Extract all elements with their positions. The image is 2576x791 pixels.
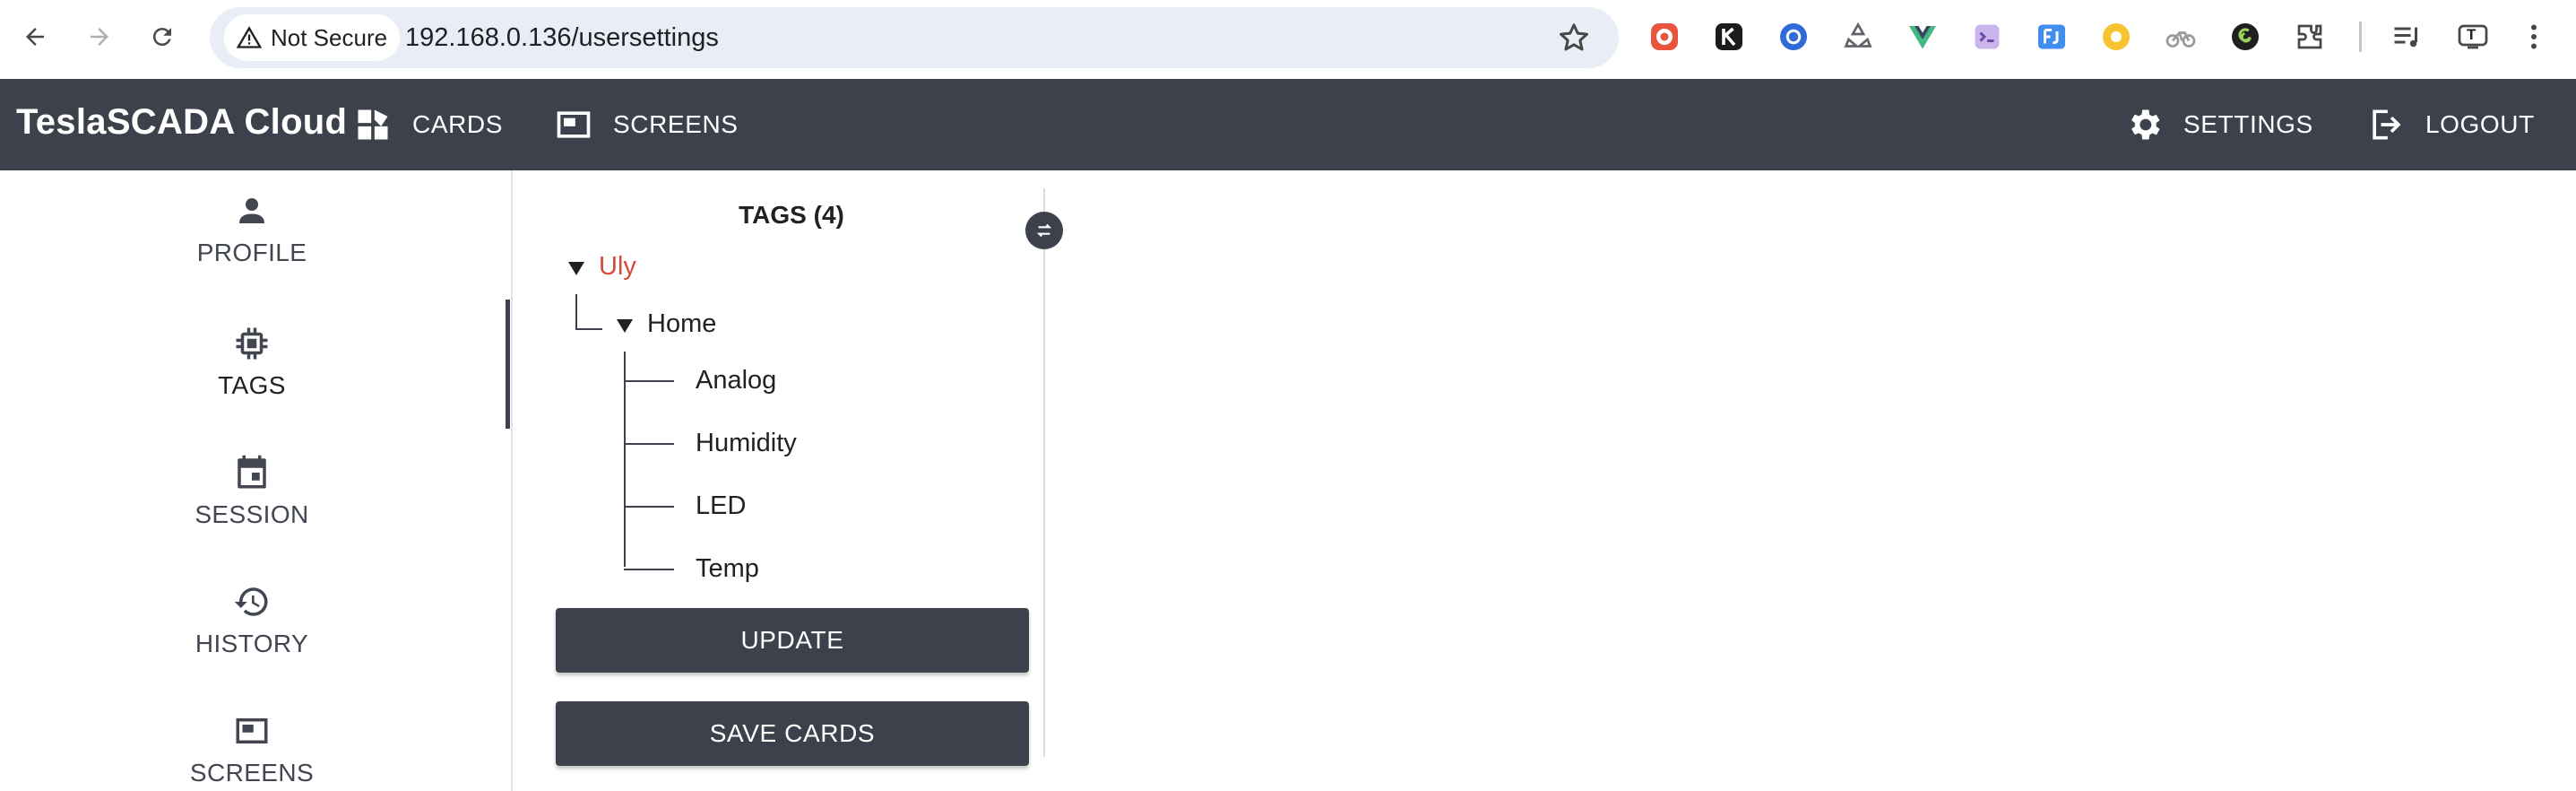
tree-node-root[interactable]: Uly [599,252,636,282]
dashboard-cards-icon [358,109,388,140]
gear-icon [2131,109,2160,140]
profile-avatar[interactable]: T [2454,20,2492,54]
person-icon [239,198,264,223]
security-indicator[interactable]: Not Secure [224,14,401,61]
tree-connector [624,569,674,570]
settings-nav-label: SETTINGS [2183,110,2313,138]
url-text[interactable]: 192.168.0.136/usersettings [405,23,719,53]
sidebar-item-screens[interactable]: SCREENS [0,691,504,791]
cards-nav-button[interactable]: CARDS [353,99,503,151]
yellow-circle-extension-icon[interactable] [2099,20,2133,54]
screen-icon [236,718,268,743]
reload-icon [152,28,171,47]
media-queue-icon[interactable] [2390,20,2424,54]
chip-icon [236,327,268,360]
tree-connector [624,352,626,567]
settings-sidebar: PROFILE TAGS SESSION HISTORY SCREENS [0,170,513,791]
recycle-extension-icon[interactable] [1841,20,1875,54]
screens-nav-label: SCREENS [613,110,739,138]
fj-extension-icon[interactable] [2035,20,2069,54]
app-brand[interactable]: TeslaSCADA Cloud [16,102,347,143]
cards-nav-label: CARDS [412,110,504,138]
forward-button[interactable] [81,18,118,56]
sidebar-item-label: TAGS [218,371,286,399]
sidebar-item-profile[interactable]: PROFILE [0,170,504,289]
bookmark-star-icon[interactable] [1556,20,1592,56]
screen-icon [557,111,591,138]
tree-connector [624,443,674,445]
browser-menu-button[interactable] [2517,20,2551,54]
save-cards-button[interactable]: SAVE CARDS [556,701,1029,766]
tree-connector [624,380,674,382]
sidebar-item-session[interactable]: SESSION [0,432,504,551]
warning-triangle-icon [237,26,262,48]
cycling-extension-icon[interactable] [2164,20,2198,54]
tree-connector [624,506,674,508]
six-extension-icon[interactable] [2228,20,2262,54]
expand-arrow-icon[interactable] [617,319,633,333]
sidebar-active-indicator [506,300,510,429]
vue-devtools-icon[interactable] [1906,20,1940,54]
sidebar-item-label: SCREENS [189,759,315,787]
tags-panel: TAGS (4) Uly Home Analog Humidity LED Te… [513,170,1063,766]
calendar-icon [238,455,266,489]
logout-nav-button[interactable]: LOGOUT [2366,99,2535,151]
settings-nav-button[interactable]: SETTINGS [2124,99,2313,151]
security-label: Not Secure [271,23,388,51]
history-icon [234,587,268,616]
tree-leaf-tag[interactable]: LED [696,491,746,521]
logout-icon [2373,109,2401,140]
panel-divider [1043,188,1045,757]
iq-extension-icon[interactable] [1776,20,1811,54]
sidebar-item-label: HISTORY [194,630,309,657]
tree-leaf-tag[interactable]: Temp [696,554,759,584]
sidebar-item-label: SESSION [194,500,309,528]
k-extension-icon[interactable] [1712,20,1746,54]
tree-leaf-tag[interactable]: Analog [696,366,776,396]
toolbar-separator [2359,22,2362,52]
profile-initial: T [2467,26,2477,43]
reload-button[interactable] [143,18,181,56]
panel-toggle-button[interactable] [1025,212,1063,249]
update-button[interactable]: UPDATE [556,608,1029,673]
logout-nav-label: LOGOUT [2425,110,2535,138]
back-button[interactable] [16,18,54,56]
tags-panel-title: TAGS (4) [739,201,844,229]
sidebar-item-tags[interactable]: TAGS [0,303,504,422]
swap-arrows-icon [1036,223,1052,238]
recorder-extension-icon[interactable] [1647,20,1681,54]
forward-arrow-icon [91,28,108,46]
tree-connector [575,294,577,330]
screens-nav-button[interactable]: SCREENS [554,99,739,151]
address-bar[interactable]: Not Secure 192.168.0.136/usersettings [210,7,1619,68]
app-header: TeslaSCADA Cloud CARDS SCREENS SETTINGS … [0,79,2576,170]
expand-arrow-icon[interactable] [568,262,584,275]
browser-toolbar: Not Secure 192.168.0.136/usersettings T [0,0,2576,79]
back-arrow-icon [26,28,44,46]
sidebar-item-history[interactable]: HISTORY [0,561,504,680]
tree-leaf-tag[interactable]: Humidity [696,429,797,458]
tree-connector [575,328,602,330]
puzzle-extensions-icon[interactable] [2293,20,2327,54]
vim-extension-icon[interactable] [1970,20,2004,54]
kebab-menu-icon [2531,24,2537,49]
tree-node-group[interactable]: Home [647,309,716,339]
sidebar-item-label: PROFILE [196,239,307,266]
